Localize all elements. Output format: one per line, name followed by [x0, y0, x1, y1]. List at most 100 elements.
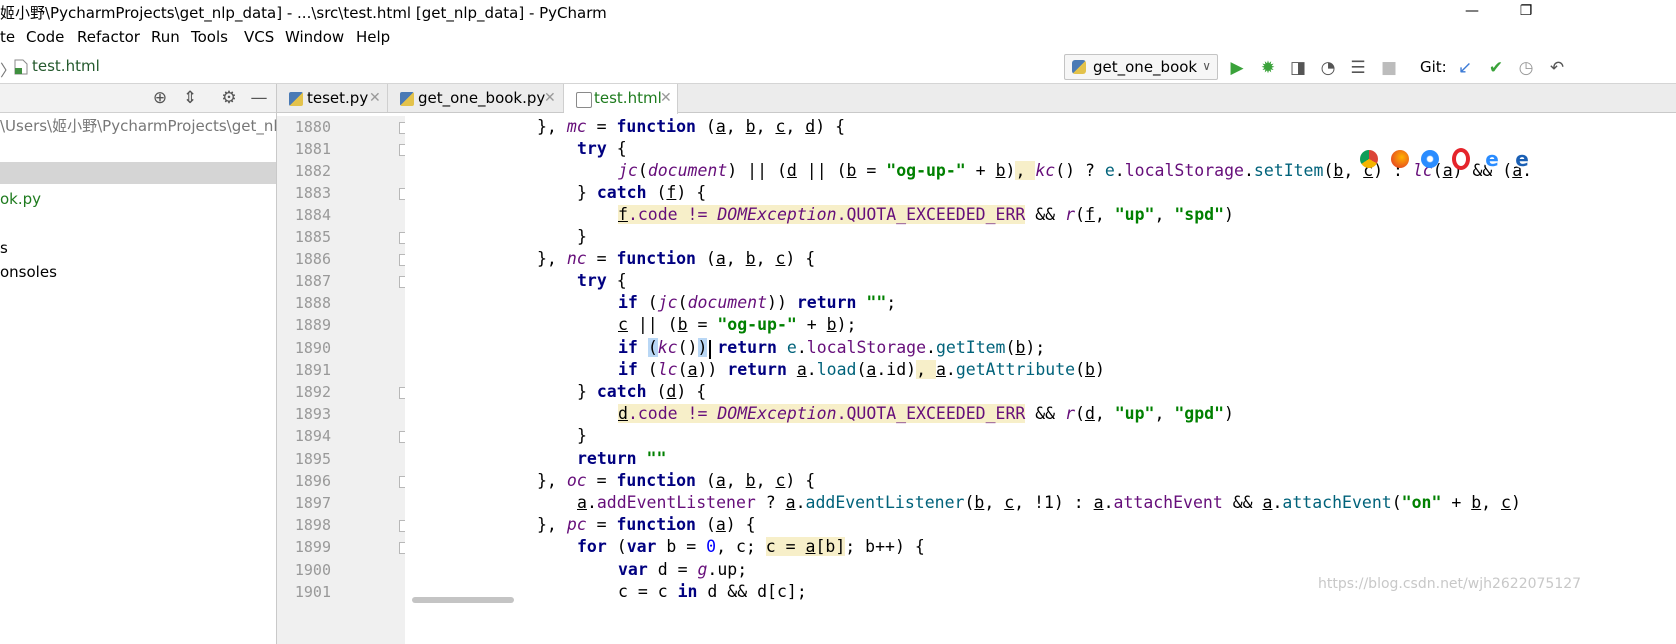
code-token: , c; — [716, 537, 766, 556]
menu-bar: te Code Refactor Run Tools VCS Window He… — [0, 25, 1676, 51]
tab-test-html[interactable]: test.html ✕ — [564, 84, 678, 114]
code-token: if — [618, 293, 638, 312]
code-token: a — [687, 360, 698, 379]
opera-icon[interactable] — [1452, 148, 1470, 170]
code-token: f — [1084, 205, 1095, 224]
tree-item-consoles[interactable]: onsoles — [0, 261, 276, 283]
horizontal-scrollbar[interactable] — [412, 597, 514, 603]
concurrency-icon[interactable]: ☰ — [1347, 57, 1369, 79]
line-number: 1883 — [294, 184, 331, 202]
target-icon[interactable]: ⊕ — [149, 87, 171, 109]
menu-item-run[interactable]: Run — [151, 28, 180, 46]
code-token: , — [755, 249, 776, 268]
hide-icon[interactable]: — — [248, 87, 270, 109]
run-config-dropdown[interactable]: get_one_book ∨ — [1064, 54, 1218, 80]
code-token: }, — [537, 471, 567, 490]
line-number: 1887 — [294, 272, 331, 290]
rollback-icon[interactable]: ↶ — [1546, 57, 1568, 79]
safari-icon[interactable] — [1421, 150, 1439, 168]
menu-item-help[interactable]: Help — [356, 28, 390, 46]
close-icon[interactable]: ✕ — [369, 84, 381, 112]
code-token: kc — [1035, 161, 1056, 180]
code-editor[interactable]: }, mc = function (a, b, c, d) { try { jc… — [405, 116, 1676, 644]
code-token: , — [1481, 493, 1502, 512]
line-number: 1892 — [294, 383, 331, 401]
code-token: a — [715, 249, 726, 268]
code-token: c — [775, 249, 786, 268]
code-token: ( — [964, 493, 975, 512]
code-line: try { — [577, 271, 627, 290]
code-token: , — [1154, 404, 1175, 423]
menu-item-tools[interactable]: Tools — [191, 28, 228, 46]
code-token: , — [1094, 205, 1115, 224]
history-icon[interactable]: ◷ — [1515, 57, 1537, 79]
firefox-icon[interactable] — [1391, 150, 1409, 168]
code-token: . — [1103, 493, 1114, 512]
collapse-all-icon[interactable]: ⇕ — [179, 87, 201, 109]
code-token: ( — [1391, 493, 1402, 512]
code-token: ( — [1323, 161, 1334, 180]
menu-item-refactor[interactable]: Refactor — [77, 28, 140, 46]
code-token: addEventListener — [805, 493, 965, 512]
code-token: ( — [695, 117, 716, 136]
menu-item-navigate[interactable]: te — [0, 28, 15, 46]
code-token: , — [1094, 404, 1115, 423]
code-line: } catch (d) { — [577, 382, 706, 401]
code-token: "on" — [1401, 493, 1442, 512]
chrome-icon[interactable] — [1360, 150, 1378, 168]
menu-item-code[interactable]: Code — [26, 28, 64, 46]
code-token: e — [1104, 161, 1115, 180]
profile-icon[interactable]: ◔ — [1317, 57, 1339, 79]
code-token: oc — [566, 471, 587, 490]
code-token: a — [715, 471, 726, 490]
tab-get-one-book-py[interactable]: get_one_book.py ✕ — [388, 84, 564, 112]
code-token: var — [618, 560, 648, 579]
minimize-icon[interactable]: — — [1452, 0, 1492, 23]
code-token: ( — [677, 293, 688, 312]
code-token: , — [916, 360, 936, 379]
code-token: , — [1154, 205, 1175, 224]
restore-icon[interactable]: ❐ — [1506, 0, 1546, 23]
tree-item-selected[interactable] — [0, 162, 276, 184]
code-token: function — [616, 515, 696, 534]
line-number: 1900 — [294, 561, 331, 579]
code-token: + — [1441, 493, 1472, 512]
tree-item-scratches[interactable]: s — [0, 237, 276, 259]
close-icon[interactable]: ✕ — [544, 84, 556, 112]
tab-teset-py[interactable]: teset.py ✕ — [277, 84, 388, 112]
title-bar: 姬小野\PycharmProjects\get_nlp_data] - ...\… — [0, 0, 1676, 23]
code-token: b — [1015, 338, 1026, 357]
edge-icon[interactable]: e — [1513, 149, 1531, 169]
code-token: r — [1065, 205, 1075, 224]
code-token: ( — [695, 471, 716, 490]
git-commit-icon[interactable]: ✔ — [1485, 57, 1507, 79]
code-token: b = — [656, 537, 707, 556]
coverage-icon[interactable]: ◨ — [1287, 57, 1309, 79]
code-line: }, pc = function (a) { — [537, 515, 756, 534]
tree-item-file[interactable]: ok.py — [0, 188, 276, 210]
code-token: document — [687, 293, 768, 312]
line-number: 1880 — [294, 118, 331, 136]
stop-icon[interactable]: ■ — [1378, 57, 1400, 79]
run-icon[interactable]: ▶ — [1226, 57, 1248, 79]
close-icon[interactable]: ✕ — [660, 84, 672, 112]
breadcrumb-file[interactable]: test.html — [32, 57, 100, 75]
gear-icon[interactable]: ⚙ — [218, 87, 240, 109]
code-token: b — [846, 161, 857, 180]
debug-icon[interactable]: ✹ — [1257, 57, 1279, 79]
code-line: }, nc = function (a, b, c) { — [537, 249, 815, 268]
project-root-path[interactable]: \Users\姬小野\PycharmProjects\get_nlp_d — [0, 115, 304, 137]
git-update-icon[interactable]: ↙ — [1454, 57, 1476, 79]
menu-item-vcs[interactable]: VCS — [244, 28, 274, 46]
menu-item-window[interactable]: Window — [285, 28, 344, 46]
internet-explorer-icon[interactable]: e — [1483, 149, 1501, 169]
code-token: { — [606, 139, 627, 158]
code-line: a.addEventListener ? a.addEventListener(… — [577, 493, 1521, 512]
code-token: c = c — [618, 582, 678, 601]
code-token: if — [618, 360, 638, 379]
code-token: lc — [657, 360, 678, 379]
line-number: 1896 — [294, 472, 331, 490]
code-token: , — [725, 117, 746, 136]
code-token: || ( — [796, 161, 847, 180]
